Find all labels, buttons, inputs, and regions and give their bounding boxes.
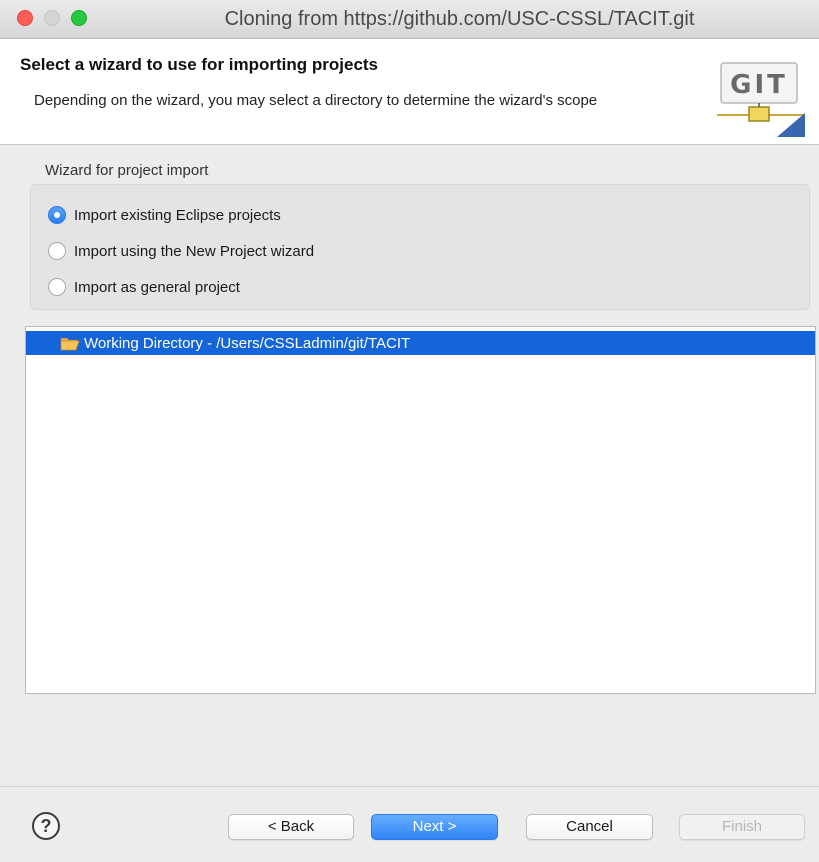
radio-unselected-icon[interactable] <box>48 278 66 296</box>
back-button[interactable]: < Back <box>228 814 354 840</box>
help-button[interactable]: ? <box>32 812 60 840</box>
import-wizard-window: Cloning from https://github.com/USC-CSSL… <box>0 0 819 862</box>
radio-label: Import as general project <box>74 278 240 296</box>
tree-item-working-directory[interactable]: Working Directory - /Users/CSSLadmin/git… <box>26 331 815 355</box>
maximize-window-button[interactable] <box>71 10 87 26</box>
folder-open-icon <box>60 338 80 351</box>
radio-label: Import using the New Project wizard <box>74 242 315 260</box>
working-directory-tree[interactable]: Working Directory - /Users/CSSLadmin/git… <box>25 326 816 694</box>
wizard-header: Select a wizard to use for importing pro… <box>0 39 819 145</box>
page-title: Select a wizard to use for importing pro… <box>20 55 379 74</box>
svg-text:GIT: GIT <box>730 70 788 100</box>
radio-unselected-icon[interactable] <box>48 242 66 260</box>
title-bar[interactable]: Cloning from https://github.com/USC-CSSL… <box>0 0 819 39</box>
finish-button: Finish <box>679 814 805 840</box>
option-import-general-project[interactable]: Import as general project <box>48 276 240 298</box>
page-description: Depending on the wizard, you may select … <box>34 92 598 109</box>
cancel-button[interactable]: Cancel <box>526 814 653 840</box>
option-import-existing-eclipse-projects[interactable]: Import existing Eclipse projects <box>48 204 281 226</box>
wizard-group-label: Wizard for project import <box>45 162 209 179</box>
radio-label: Import existing Eclipse projects <box>74 206 281 224</box>
minimize-window-button[interactable] <box>44 10 60 26</box>
radio-selected-icon[interactable] <box>48 206 66 224</box>
option-import-new-project-wizard[interactable]: Import using the New Project wizard <box>48 240 314 262</box>
tree-item-label: Working Directory - /Users/CSSLadmin/git… <box>84 334 411 352</box>
close-window-button[interactable] <box>17 10 33 26</box>
window-title: Cloning from https://github.com/USC-CSSL… <box>224 8 695 30</box>
git-logo-icon: GIT <box>717 62 805 137</box>
next-button[interactable]: Next > <box>371 814 498 840</box>
